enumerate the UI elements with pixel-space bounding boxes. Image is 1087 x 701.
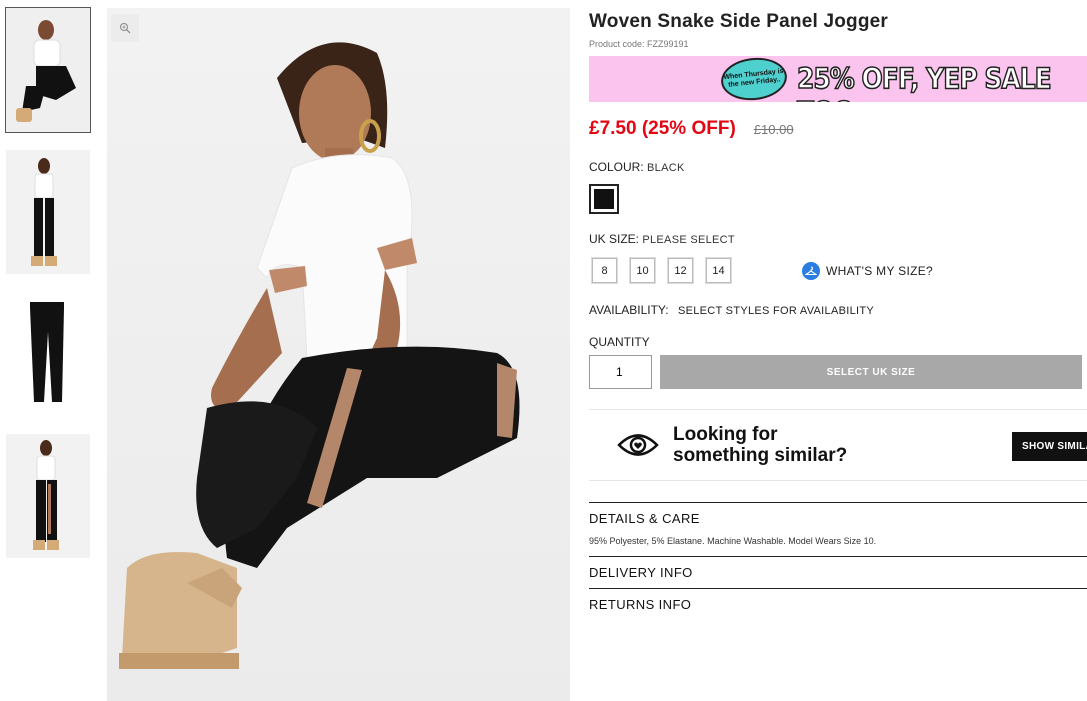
availability-label: AVAILABILITY: <box>589 303 669 317</box>
size-options: 8 10 12 14 WHAT'S MY SIZE? <box>589 258 1087 283</box>
colour-swatch-black[interactable] <box>589 184 619 214</box>
delivery-heading[interactable]: DELIVERY INFO <box>589 557 1087 580</box>
product-info: Woven Snake Side Panel Jogger Product co… <box>589 8 1087 620</box>
details-heading[interactable]: DETAILS & CARE <box>589 503 1087 526</box>
thumbnail-image <box>6 292 90 416</box>
product-photo <box>107 8 570 701</box>
select-size-button[interactable]: SELECT UK SIZE <box>660 355 1082 389</box>
quantity-input[interactable] <box>589 355 652 389</box>
product-title: Woven Snake Side Panel Jogger <box>589 11 888 32</box>
similar-line-1: Looking for <box>673 424 778 445</box>
thumbnail-3[interactable] <box>6 292 90 416</box>
hanger-icon <box>802 261 820 280</box>
quantity-row: SELECT UK SIZE <box>589 355 1087 389</box>
size-label-row: UK SIZE: PLEASE SELECT <box>589 232 1087 246</box>
thumbnail-image <box>6 150 90 274</box>
size-option-8[interactable]: 8 <box>592 258 617 283</box>
returns-heading[interactable]: RETURNS INFO <box>589 589 1087 612</box>
sale-banner[interactable]: When Thursday is the new Friday.. 25% OF… <box>589 56 1087 102</box>
thumbnail-4[interactable] <box>6 434 90 558</box>
swatch-fill <box>594 189 614 209</box>
size-option-12[interactable]: 12 <box>668 258 693 283</box>
details-body: 95% Polyester, 5% Elastane. Machine Wash… <box>589 536 877 546</box>
show-similar-button[interactable]: SHOW SIMILAR <box>1012 432 1087 461</box>
size-option-10[interactable]: 10 <box>630 258 655 283</box>
quantity-label: QUANTITY <box>589 335 650 349</box>
delivery-section: DELIVERY INFO <box>589 556 1087 588</box>
similar-line-2: something similar? <box>673 445 848 466</box>
thumbnail-1[interactable] <box>5 7 91 133</box>
thumbnail-image <box>6 8 90 132</box>
colour-value: BLACK <box>647 162 685 174</box>
product-code: Product code: FZZ99191 <box>589 39 689 49</box>
similar-text: Looking for something similar? <box>673 424 847 466</box>
thumbnail-list <box>5 7 91 576</box>
size-option-14[interactable]: 14 <box>706 258 731 283</box>
colour-label: COLOUR: <box>589 160 644 174</box>
thumbnail-image <box>6 434 90 558</box>
eye-icon <box>617 434 659 456</box>
colour-label-row: COLOUR: BLACK <box>589 160 1087 174</box>
main-product-image[interactable] <box>107 8 570 701</box>
availability-value: SELECT STYLES FOR AVAILABILITY <box>677 305 875 317</box>
thumbnail-2[interactable] <box>6 150 90 274</box>
whats-my-size-link[interactable]: WHAT'S MY SIZE? <box>802 261 934 280</box>
availability-row: AVAILABILITY: SELECT STYLES FOR AVAILABI… <box>589 303 1087 317</box>
returns-section: RETURNS INFO <box>589 588 1087 620</box>
price-row: £7.50 (25% OFF) £10.00 <box>589 118 1087 140</box>
similar-products-panel: Looking for something similar? SHOW SIMI… <box>589 409 1087 481</box>
whats-my-size-label: WHAT'S MY SIZE? <box>826 263 934 278</box>
size-value: PLEASE SELECT <box>642 234 735 246</box>
details-section: DETAILS & CARE 95% Polyester, 5% Elastan… <box>589 502 1087 556</box>
banner-text: 25% OFF, YEP SALE TOO <box>796 61 1052 102</box>
zoom-button[interactable] <box>111 14 139 42</box>
banner-badge: When Thursday is the new Friday.. <box>718 56 790 102</box>
zoom-icon <box>120 23 131 34</box>
size-label: UK SIZE: <box>589 232 640 246</box>
original-price: £10.00 <box>753 122 794 137</box>
current-price: £7.50 (25% OFF) <box>589 118 736 139</box>
